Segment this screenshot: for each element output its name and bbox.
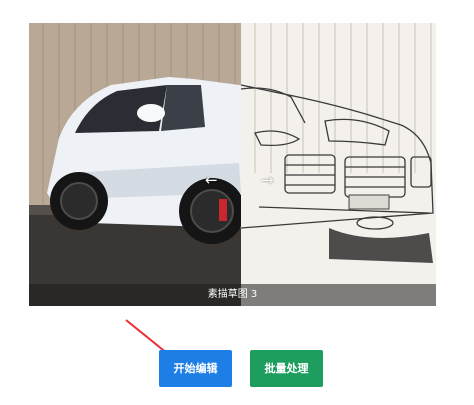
- annotation-arrow-icon: [125, 319, 180, 364]
- start-edit-button[interactable]: 开始编辑: [159, 350, 232, 387]
- batch-process-button[interactable]: 批量处理: [250, 350, 323, 387]
